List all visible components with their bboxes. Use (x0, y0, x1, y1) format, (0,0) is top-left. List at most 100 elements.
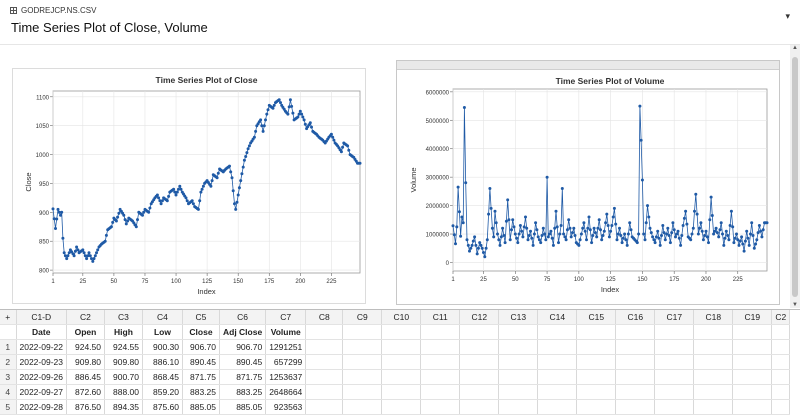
variable-name-cell[interactable]: Close (182, 324, 220, 340)
column-id-cell[interactable]: C18 (693, 310, 734, 325)
empty-cell[interactable] (693, 369, 734, 385)
empty-cell[interactable] (732, 399, 773, 415)
empty-cell[interactable] (459, 384, 500, 400)
chevron-down-icon[interactable]: ▾ (785, 11, 790, 22)
empty-cell[interactable] (576, 384, 617, 400)
variable-name-cell[interactable] (537, 324, 578, 340)
cell-low[interactable]: 875.60 (142, 399, 183, 415)
empty-cell[interactable] (576, 354, 617, 370)
cell-open[interactable]: 886.45 (66, 369, 105, 385)
variable-name-cell[interactable]: High (104, 324, 143, 340)
empty-cell[interactable] (498, 399, 539, 415)
empty-cell[interactable] (537, 369, 578, 385)
column-id-cell[interactable]: C7 (265, 310, 307, 325)
row-number[interactable]: 1 (0, 339, 17, 355)
cell-high[interactable]: 900.70 (104, 369, 143, 385)
column-id-cell[interactable]: C5 (182, 310, 220, 325)
empty-cell[interactable] (693, 384, 734, 400)
variable-name-cell[interactable] (498, 324, 539, 340)
cell-vol[interactable]: 1291251 (265, 339, 307, 355)
empty-cell[interactable] (732, 369, 773, 385)
empty-cell[interactable] (459, 369, 500, 385)
empty-cell[interactable] (615, 339, 656, 355)
empty-cell[interactable] (693, 339, 734, 355)
empty-cell[interactable] (459, 354, 500, 370)
cell-close[interactable]: 890.45 (182, 354, 220, 370)
empty-cell[interactable] (342, 369, 383, 385)
column-id-cell[interactable]: C9 (342, 310, 383, 325)
empty-cell[interactable] (342, 399, 383, 415)
empty-cell[interactable] (342, 339, 383, 355)
variable-name-cell[interactable] (305, 324, 344, 340)
cell-date[interactable]: 2022-09-23 (16, 354, 67, 370)
empty-cell[interactable] (498, 384, 539, 400)
variable-name-cell[interactable] (420, 324, 461, 340)
empty-cell[interactable] (420, 399, 461, 415)
cell-close[interactable]: 885.05 (182, 399, 220, 415)
empty-cell[interactable] (654, 339, 695, 355)
empty-cell[interactable] (498, 354, 539, 370)
empty-cell[interactable] (576, 369, 617, 385)
cell-close[interactable]: 883.25 (182, 384, 220, 400)
empty-cell[interactable] (305, 369, 344, 385)
column-id-cell[interactable]: C6 (219, 310, 267, 325)
column-id-cell[interactable]: + (0, 310, 17, 325)
empty-cell[interactable] (342, 384, 383, 400)
empty-cell[interactable] (305, 384, 344, 400)
scroll-thumb[interactable] (792, 57, 798, 297)
cell-vol[interactable]: 1253637 (265, 369, 307, 385)
column-id-cell[interactable]: C11 (420, 310, 461, 325)
empty-cell[interactable] (654, 384, 695, 400)
empty-cell[interactable] (381, 399, 422, 415)
empty-cell[interactable] (615, 399, 656, 415)
empty-cell[interactable] (576, 399, 617, 415)
cell-open[interactable]: 872.60 (66, 384, 105, 400)
cell-vol[interactable]: 2648664 (265, 384, 307, 400)
variable-name-cell[interactable] (0, 324, 17, 340)
empty-cell[interactable] (305, 354, 344, 370)
empty-cell[interactable] (615, 354, 656, 370)
empty-cell[interactable] (381, 339, 422, 355)
variable-name-cell[interactable]: Volume (265, 324, 307, 340)
empty-cell[interactable] (420, 339, 461, 355)
empty-cell[interactable] (459, 339, 500, 355)
variable-name-cell[interactable]: Low (142, 324, 183, 340)
variable-name-cell[interactable] (732, 324, 773, 340)
empty-cell[interactable] (693, 354, 734, 370)
variable-name-cell[interactable] (615, 324, 656, 340)
column-id-cell[interactable]: C2 (66, 310, 105, 325)
empty-cell[interactable] (654, 354, 695, 370)
empty-cell[interactable] (342, 354, 383, 370)
empty-cell[interactable] (498, 339, 539, 355)
empty-cell[interactable] (537, 354, 578, 370)
variable-name-cell[interactable] (459, 324, 500, 340)
empty-cell[interactable] (537, 384, 578, 400)
volume-graph-panel[interactable]: Time Series Plot of Volume 0 1000000 200000… (396, 60, 780, 305)
empty-cell[interactable] (615, 369, 656, 385)
empty-cell[interactable] (732, 384, 773, 400)
cell-low[interactable]: 859.20 (142, 384, 183, 400)
cell-date[interactable]: 2022-09-26 (16, 369, 67, 385)
empty-cell[interactable] (654, 369, 695, 385)
column-id-cell[interactable]: C3 (104, 310, 143, 325)
cell-vol[interactable]: 923563 (265, 399, 307, 415)
cell-open[interactable]: 909.80 (66, 354, 105, 370)
column-id-cell[interactable]: C15 (576, 310, 617, 325)
column-id-cell[interactable]: C12 (459, 310, 500, 325)
cell-low[interactable]: 900.30 (142, 339, 183, 355)
empty-cell[interactable] (771, 339, 791, 355)
cell-close[interactable]: 906.70 (182, 339, 220, 355)
empty-cell[interactable] (771, 399, 791, 415)
variable-name-cell[interactable] (771, 324, 791, 340)
workspace-scrollbar[interactable]: ▲ ▼ (790, 45, 800, 308)
cell-close[interactable]: 871.75 (182, 369, 220, 385)
cell-low[interactable]: 886.10 (142, 354, 183, 370)
variable-name-cell[interactable]: Open (66, 324, 105, 340)
empty-cell[interactable] (381, 384, 422, 400)
empty-cell[interactable] (381, 369, 422, 385)
empty-cell[interactable] (654, 399, 695, 415)
empty-cell[interactable] (771, 369, 791, 385)
empty-cell[interactable] (732, 339, 773, 355)
column-id-cell[interactable]: C8 (305, 310, 344, 325)
column-id-cell[interactable]: C1-D (16, 310, 67, 325)
